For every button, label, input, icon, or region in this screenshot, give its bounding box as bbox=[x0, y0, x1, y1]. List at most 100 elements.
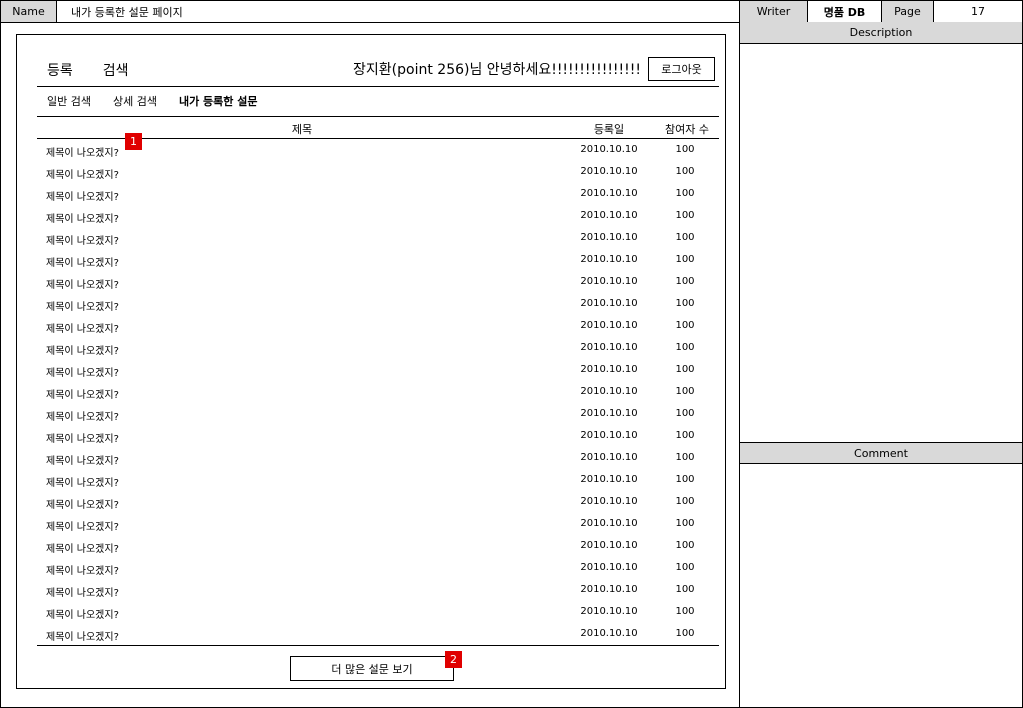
row-participants: 100 bbox=[675, 298, 695, 309]
row-participants: 100 bbox=[675, 166, 695, 177]
search-subtabs: 일반 검색 상세 검색 내가 등록한 설문 bbox=[47, 93, 257, 109]
name-value: 내가 등록한 설문 페이지 bbox=[57, 1, 740, 22]
row-title: 제목이 나오겠지? bbox=[46, 302, 119, 313]
row-date: 2010.10.10 bbox=[580, 210, 638, 221]
row-date: 2010.10.10 bbox=[580, 166, 638, 177]
tab-my-surveys[interactable]: 내가 등록한 설문 bbox=[179, 93, 258, 109]
nav-search[interactable]: 검색 bbox=[103, 60, 129, 80]
row-title: 제목이 나오겠지? bbox=[46, 412, 119, 423]
table-row[interactable]: 제목이 나오겠지? 2010.10.10 100 bbox=[37, 293, 719, 315]
row-participants: 100 bbox=[675, 188, 695, 199]
annotation-marker-2: 2 bbox=[445, 651, 462, 668]
row-title: 제목이 나오겠지? bbox=[46, 588, 119, 599]
table-row[interactable]: 제목이 나오겠지? 2010.10.10 100 bbox=[37, 315, 719, 337]
top-nav: 등록 검색 bbox=[47, 60, 129, 80]
row-participants: 100 bbox=[675, 562, 695, 573]
row-title: 제목이 나오겠지? bbox=[46, 610, 119, 621]
table-row[interactable]: 제목이 나오겠지? 2010.10.10 100 bbox=[37, 513, 719, 535]
table-row[interactable]: 제목이 나오겠지? 2010.10.10 100 bbox=[37, 359, 719, 381]
row-date: 2010.10.10 bbox=[580, 496, 638, 507]
row-title: 제목이 나오겠지? bbox=[46, 522, 119, 533]
row-title: 제목이 나오겠지? bbox=[46, 324, 119, 335]
row-title: 제목이 나오겠지? bbox=[46, 192, 119, 203]
row-participants: 100 bbox=[675, 276, 695, 287]
row-participants: 100 bbox=[675, 254, 695, 265]
row-date: 2010.10.10 bbox=[580, 430, 638, 441]
logout-button[interactable]: 로그아웃 bbox=[648, 57, 715, 81]
table-row[interactable]: 제목이 나오겠지? 2010.10.10 100 bbox=[37, 381, 719, 403]
divider bbox=[37, 645, 719, 646]
row-participants: 100 bbox=[675, 628, 695, 639]
row-participants: 100 bbox=[675, 408, 695, 419]
table-row[interactable]: 제목이 나오겠지? 2010.10.10 100 bbox=[37, 227, 719, 249]
tab-detail-search[interactable]: 상세 검색 bbox=[113, 93, 157, 109]
nav-register[interactable]: 등록 bbox=[47, 60, 73, 80]
table-row[interactable]: 제목이 나오겠지? 2010.10.10 100 bbox=[37, 205, 719, 227]
row-participants: 100 bbox=[675, 518, 695, 529]
row-participants: 100 bbox=[675, 144, 695, 155]
table-row[interactable]: 제목이 나오겠지? 2010.10.10 100 bbox=[37, 579, 719, 601]
divider bbox=[37, 86, 719, 87]
row-title: 제목이 나오겠지? bbox=[46, 632, 119, 643]
writer-value: 명품 DB bbox=[808, 1, 882, 22]
row-title: 제목이 나오겠지? bbox=[46, 368, 119, 379]
load-more-button[interactable]: 더 많은 설문 보기 bbox=[290, 656, 454, 681]
row-participants: 100 bbox=[675, 496, 695, 507]
table-row[interactable]: 제목이 나오겠지? 2010.10.10 100 bbox=[37, 425, 719, 447]
table-row[interactable]: 제목이 나오겠지? 2010.10.10 100 bbox=[37, 183, 719, 205]
table-row[interactable]: 제목이 나오겠지? 2010.10.10 100 bbox=[37, 337, 719, 359]
tab-general-search[interactable]: 일반 검색 bbox=[47, 93, 91, 109]
description-body bbox=[740, 44, 1022, 442]
row-title: 제목이 나오겠지? bbox=[46, 434, 119, 445]
row-participants: 100 bbox=[675, 364, 695, 375]
row-title: 제목이 나오겠지? bbox=[46, 566, 119, 577]
row-participants: 100 bbox=[675, 210, 695, 221]
description-header: Description bbox=[740, 22, 1022, 44]
table-row[interactable]: 제목이 나오겠지? 2010.10.10 100 bbox=[37, 469, 719, 491]
row-title: 제목이 나오겠지? bbox=[46, 280, 119, 291]
table-row[interactable]: 제목이 나오겠지? 2010.10.10 100 bbox=[37, 161, 719, 183]
row-participants: 100 bbox=[675, 430, 695, 441]
table-row[interactable]: 제목이 나오겠지? 2010.10.10 100 bbox=[37, 601, 719, 623]
row-date: 2010.10.10 bbox=[580, 232, 638, 243]
row-date: 2010.10.10 bbox=[580, 254, 638, 265]
row-date: 2010.10.10 bbox=[580, 276, 638, 287]
row-date: 2010.10.10 bbox=[580, 606, 638, 617]
row-title: 제목이 나오겠지? bbox=[46, 478, 119, 489]
row-title: 제목이 나오겠지? bbox=[46, 544, 119, 555]
row-title: 제목이 나오겠지? bbox=[46, 456, 119, 467]
row-date: 2010.10.10 bbox=[580, 320, 638, 331]
spec-side-panel: Description Comment bbox=[739, 22, 1023, 708]
table-row[interactable]: 제목이 나오겠지? 2010.10.10 100 bbox=[37, 491, 719, 513]
row-date: 2010.10.10 bbox=[580, 188, 638, 199]
row-date: 2010.10.10 bbox=[580, 474, 638, 485]
row-participants: 100 bbox=[675, 606, 695, 617]
name-label: Name bbox=[1, 1, 57, 22]
table-row[interactable]: 제목이 나오겠지? 2010.10.10 100 bbox=[37, 447, 719, 469]
row-date: 2010.10.10 bbox=[580, 452, 638, 463]
column-participants: 참여자 수 bbox=[665, 123, 709, 136]
writer-label: Writer bbox=[740, 1, 808, 22]
row-date: 2010.10.10 bbox=[580, 584, 638, 595]
row-participants: 100 bbox=[675, 232, 695, 243]
row-title: 제목이 나오겠지? bbox=[46, 148, 119, 159]
table-row[interactable]: 제목이 나오겠지? 2010.10.10 100 bbox=[37, 623, 719, 645]
comment-header: Comment bbox=[740, 442, 1022, 464]
row-date: 2010.10.10 bbox=[580, 364, 638, 375]
row-date: 2010.10.10 bbox=[580, 562, 638, 573]
table-row[interactable]: 제목이 나오겠지? 2010.10.10 100 bbox=[37, 403, 719, 425]
table-row[interactable]: 제목이 나오겠지? 2010.10.10 100 bbox=[37, 249, 719, 271]
row-date: 2010.10.10 bbox=[580, 342, 638, 353]
survey-list: 제목이 나오겠지? 2010.10.10 100 제목이 나오겠지? 2010.10.1… bbox=[37, 139, 719, 645]
row-date: 2010.10.10 bbox=[580, 408, 638, 419]
row-date: 2010.10.10 bbox=[580, 144, 638, 155]
row-title: 제목이 나오겠지? bbox=[46, 258, 119, 269]
table-row[interactable]: 제목이 나오겠지? 2010.10.10 100 bbox=[37, 535, 719, 557]
table-row[interactable]: 제목이 나오겠지? 2010.10.10 100 bbox=[37, 557, 719, 579]
row-date: 2010.10.10 bbox=[580, 386, 638, 397]
row-participants: 100 bbox=[675, 342, 695, 353]
row-date: 2010.10.10 bbox=[580, 540, 638, 551]
table-row[interactable]: 제목이 나오겠지? 2010.10.10 100 bbox=[37, 271, 719, 293]
row-date: 2010.10.10 bbox=[580, 298, 638, 309]
row-participants: 100 bbox=[675, 452, 695, 463]
